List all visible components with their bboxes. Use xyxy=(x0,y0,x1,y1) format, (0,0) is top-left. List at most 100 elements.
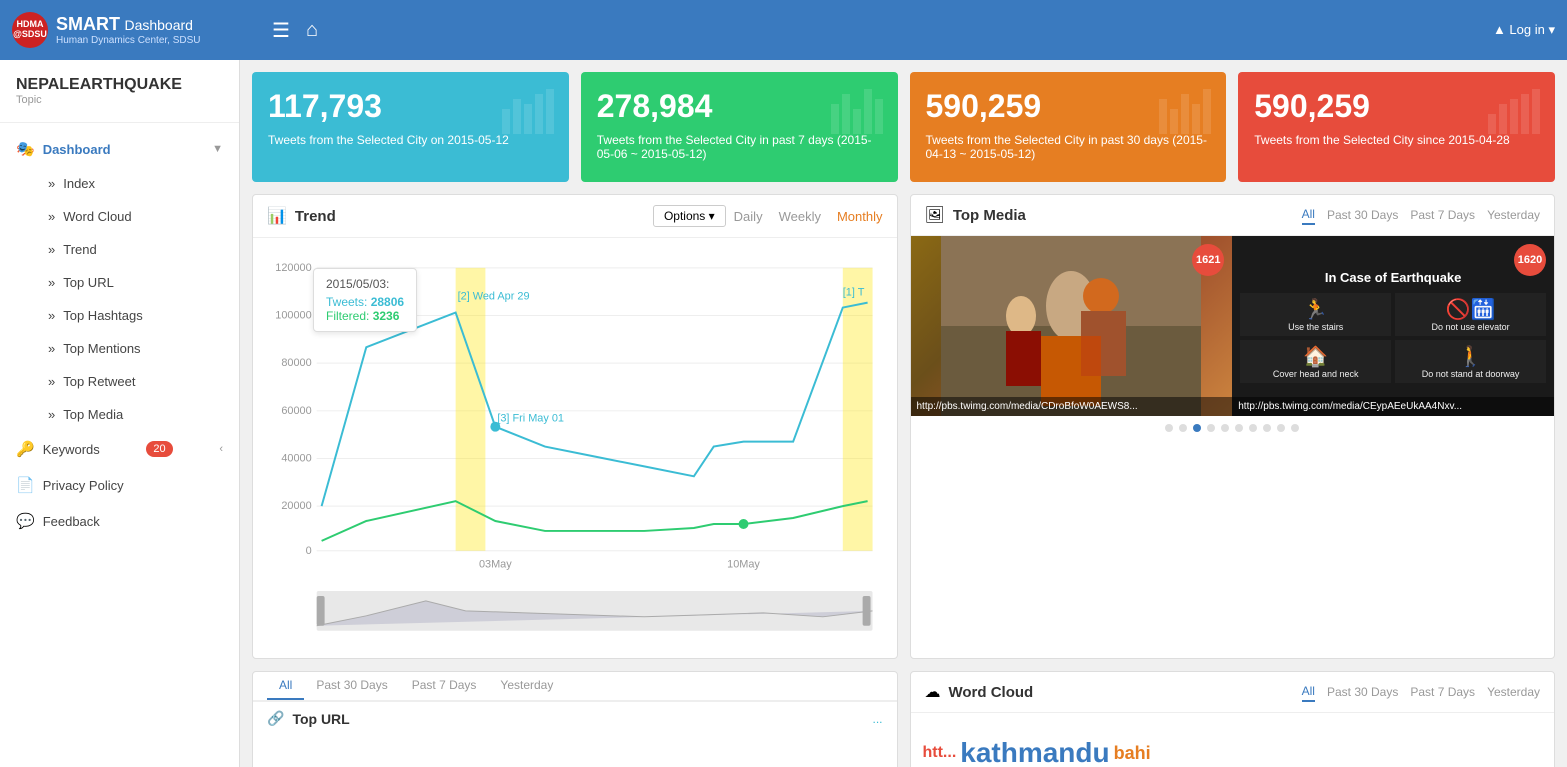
svg-text:[2] Wed Apr 29: [2] Wed Apr 29 xyxy=(458,291,530,303)
tab-past7[interactable]: Past 7 Days xyxy=(1410,206,1475,224)
top-url-header: 🔗 Top URL ... xyxy=(253,701,897,735)
sidebar-item-label: Trend xyxy=(63,242,96,257)
chevron-left-icon: ‹ xyxy=(219,443,223,455)
top-media-tabs: All Past 30 Days Past 7 Days Yesterday xyxy=(1302,205,1540,225)
chart-icon xyxy=(497,84,557,144)
word-bahi[interactable]: bahi xyxy=(1114,743,1151,764)
sidebar-nav: 🎭 Dashboard ▼ » Index » Word Cloud » Tre… xyxy=(0,123,239,547)
tab-weekly[interactable]: Weekly xyxy=(779,209,821,224)
chevron-down-icon: ▼ xyxy=(212,143,223,155)
tab-all[interactable]: All xyxy=(267,672,304,700)
sidebar-item-label: Index xyxy=(63,176,95,191)
logo-area: HDMA @SDSU SMART Dashboard Human Dynamic… xyxy=(12,12,252,48)
svg-text:[1] T: [1] T xyxy=(843,287,865,299)
sidebar: NEPALEARTHQUAKE Topic 🎭 Dashboard ▼ » In… xyxy=(0,60,240,767)
sidebar-sub-arrow: » xyxy=(48,308,55,323)
tab-past7[interactable]: Past 7 Days xyxy=(1410,683,1475,701)
sidebar-sub-arrow: » xyxy=(48,176,55,191)
tab-past30[interactable]: Past 30 Days xyxy=(1327,683,1398,701)
tab-daily[interactable]: Daily xyxy=(734,209,763,224)
login-button[interactable]: ▲ Log in ▾ xyxy=(1493,22,1555,38)
svg-text:10May: 10May xyxy=(727,559,760,571)
sidebar-sub-arrow: » xyxy=(48,275,55,290)
tab-past30[interactable]: Past 30 Days xyxy=(304,672,399,700)
top-url-more[interactable]: ... xyxy=(872,712,882,726)
sidebar-item-top-hashtags[interactable]: » Top Hashtags xyxy=(32,299,239,332)
keywords-icon: 🔑 xyxy=(16,440,35,458)
top-media-icon: 🖼 xyxy=(925,205,945,225)
tab-all[interactable]: All xyxy=(1302,682,1315,702)
top-url-panel: All Past 30 Days Past 7 Days Yesterday 🔗… xyxy=(252,671,898,767)
keywords-badge: 20 xyxy=(146,441,172,457)
tab-yesterday[interactable]: Yesterday xyxy=(1487,683,1540,701)
chart-icon xyxy=(1483,84,1543,144)
sidebar-item-label: Top Retweet xyxy=(63,374,135,389)
options-button[interactable]: Options ▾ xyxy=(653,205,726,227)
sidebar-item-label: Word Cloud xyxy=(63,209,131,224)
stats-row: 117,793 Tweets from the Selected City on… xyxy=(252,72,1555,182)
tab-past30[interactable]: Past 30 Days xyxy=(1327,206,1398,224)
brush-svg xyxy=(267,591,883,646)
sidebar-item-keywords[interactable]: 🔑 Keywords 20 ‹ xyxy=(0,431,239,467)
trend-tabs: Daily Weekly Monthly xyxy=(734,209,883,224)
topic-name: NEPALEARTHQUAKE xyxy=(16,76,223,94)
media-pagination-dots xyxy=(911,416,1555,440)
top-media-header: 🖼 Top Media All Past 30 Days Past 7 Days… xyxy=(911,195,1555,236)
sidebar-sub-arrow: » xyxy=(48,407,55,422)
word-cloud-header: ☁ Word Cloud All Past 30 Days Past 7 Day… xyxy=(911,672,1555,713)
home-icon[interactable]: ⌂ xyxy=(306,19,318,42)
svg-text:60000: 60000 xyxy=(281,405,311,417)
sidebar-item-privacy[interactable]: 📄 Privacy Policy xyxy=(0,467,239,503)
word-cloud-area: htt... kathmandu bahi xyxy=(911,713,1555,767)
stat-card-monthly: 590,259 Tweets from the Selected City in… xyxy=(910,72,1227,182)
sidebar-item-trend[interactable]: » Trend xyxy=(32,233,239,266)
dot-6[interactable] xyxy=(1235,424,1243,432)
trend-title: Trend xyxy=(295,208,645,225)
feedback-icon: 💬 xyxy=(16,512,35,530)
top-url-icon: 🔗 xyxy=(267,710,284,727)
dot-1[interactable] xyxy=(1165,424,1173,432)
sidebar-item-feedback[interactable]: 💬 Feedback xyxy=(0,503,239,539)
trend-chart-svg: 120000 100000 80000 60000 40000 20000 0 xyxy=(267,248,883,586)
dot-8[interactable] xyxy=(1263,424,1271,432)
topic-label: Topic xyxy=(16,94,223,106)
svg-text:120000: 120000 xyxy=(275,262,311,274)
sidebar-item-index[interactable]: » Index xyxy=(32,167,239,200)
word-kathmandu[interactable]: kathmandu xyxy=(960,737,1109,767)
sidebar-item-label: Top Hashtags xyxy=(63,308,143,323)
dot-4[interactable] xyxy=(1207,424,1215,432)
top-media-title: Top Media xyxy=(953,207,1294,224)
bottom-row: All Past 30 Days Past 7 Days Yesterday 🔗… xyxy=(252,671,1555,767)
sidebar-sub-arrow: » xyxy=(48,242,55,257)
tab-yesterday[interactable]: Yesterday xyxy=(488,672,565,700)
media-count-1: 1621 xyxy=(1192,244,1224,276)
dot-9[interactable] xyxy=(1277,424,1285,432)
svg-text:03May: 03May xyxy=(479,559,512,571)
dot-2[interactable] xyxy=(1179,424,1187,432)
logo-icon: HDMA @SDSU xyxy=(12,12,48,48)
dashboard-icon: 🎭 xyxy=(16,140,35,158)
sidebar-item-top-retweet[interactable]: » Top Retweet xyxy=(32,365,239,398)
sidebar-item-top-url[interactable]: » Top URL xyxy=(32,266,239,299)
sidebar-item-top-mentions[interactable]: » Top Mentions xyxy=(32,332,239,365)
tab-monthly[interactable]: Monthly xyxy=(837,209,883,224)
dot-7[interactable] xyxy=(1249,424,1257,432)
word-htt[interactable]: htt... xyxy=(923,744,957,762)
dot-5[interactable] xyxy=(1221,424,1229,432)
hamburger-icon[interactable]: ☰ xyxy=(272,18,290,43)
dot-3[interactable] xyxy=(1193,424,1201,432)
sidebar-item-dashboard[interactable]: 🎭 Dashboard ▼ xyxy=(0,131,239,167)
tab-all[interactable]: All xyxy=(1302,205,1315,225)
media-url-1: http://pbs.twimg.com/media/CDroBfoW0AEWS… xyxy=(911,397,1233,416)
tab-yesterday[interactable]: Yesterday xyxy=(1487,206,1540,224)
sidebar-item-top-media[interactable]: » Top Media xyxy=(32,398,239,431)
logo-sub: Human Dynamics Center, SDSU xyxy=(56,35,201,46)
dot-10[interactable] xyxy=(1291,424,1299,432)
tab-past7[interactable]: Past 7 Days xyxy=(400,672,489,700)
logo-text: SMART Dashboard Human Dynamics Center, S… xyxy=(56,14,201,46)
sidebar-item-word-cloud[interactable]: » Word Cloud xyxy=(32,200,239,233)
word-cloud-tabs: All Past 30 Days Past 7 Days Yesterday xyxy=(1302,682,1540,702)
sidebar-item-label: Top Mentions xyxy=(63,341,140,356)
trend-header: 📊 Trend Options ▾ Daily Weekly Monthly xyxy=(253,195,897,238)
top-media-panel: 🖼 Top Media All Past 30 Days Past 7 Days… xyxy=(910,194,1556,659)
